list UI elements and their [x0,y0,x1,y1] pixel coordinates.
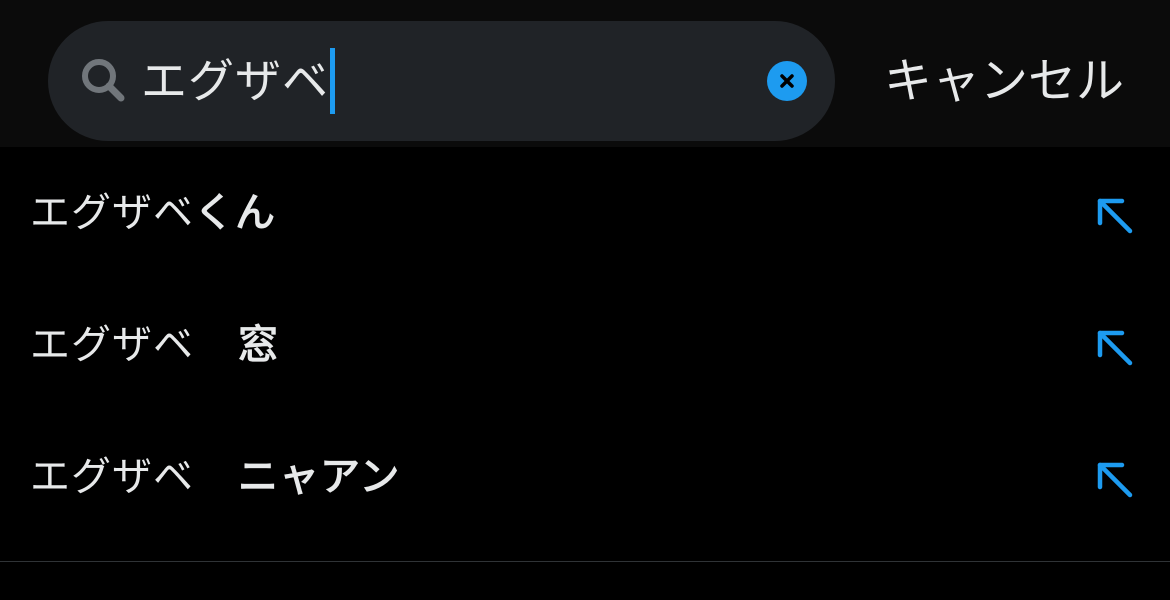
search-icon [82,59,125,102]
suggestion-item[interactable]: エグザベ窓 [0,279,1170,411]
divider [0,561,1170,562]
suggestion-prefix: エグザベ [30,190,194,236]
arrow-up-left-icon[interactable] [1094,459,1134,499]
text-caret [330,48,335,114]
suggestion-prefix: エグザベ [30,454,194,500]
search-header: エグザベ キャンセル [0,0,1170,147]
suggestion-completion: くん [194,190,276,236]
suggestion-completion: 窓 [238,322,279,368]
suggestion-item[interactable]: エグザベくん [0,147,1170,279]
clear-icon [780,74,794,88]
suggestion-text: エグザベ ニャアン [30,449,400,505]
cancel-button[interactable]: キャンセル [884,50,1124,112]
suggestion-text: エグザベ窓 [30,317,279,373]
search-input[interactable]: エグザベ [141,48,335,114]
clear-search-button[interactable] [767,61,807,101]
suggestion-prefix: エグザベ [30,322,194,368]
suggestion-completion: ニャアン [238,454,401,500]
suggestion-item[interactable]: エグザベ ニャアン [0,411,1170,543]
arrow-up-left-icon[interactable] [1094,195,1134,235]
suggestion-list: エグザベくん エグザベ窓 エグザベ ニャアン [0,147,1170,543]
search-query-text: エグザベ [141,54,329,108]
arrow-up-left-icon[interactable] [1094,327,1134,367]
suggestion-text: エグザベくん [30,185,276,241]
